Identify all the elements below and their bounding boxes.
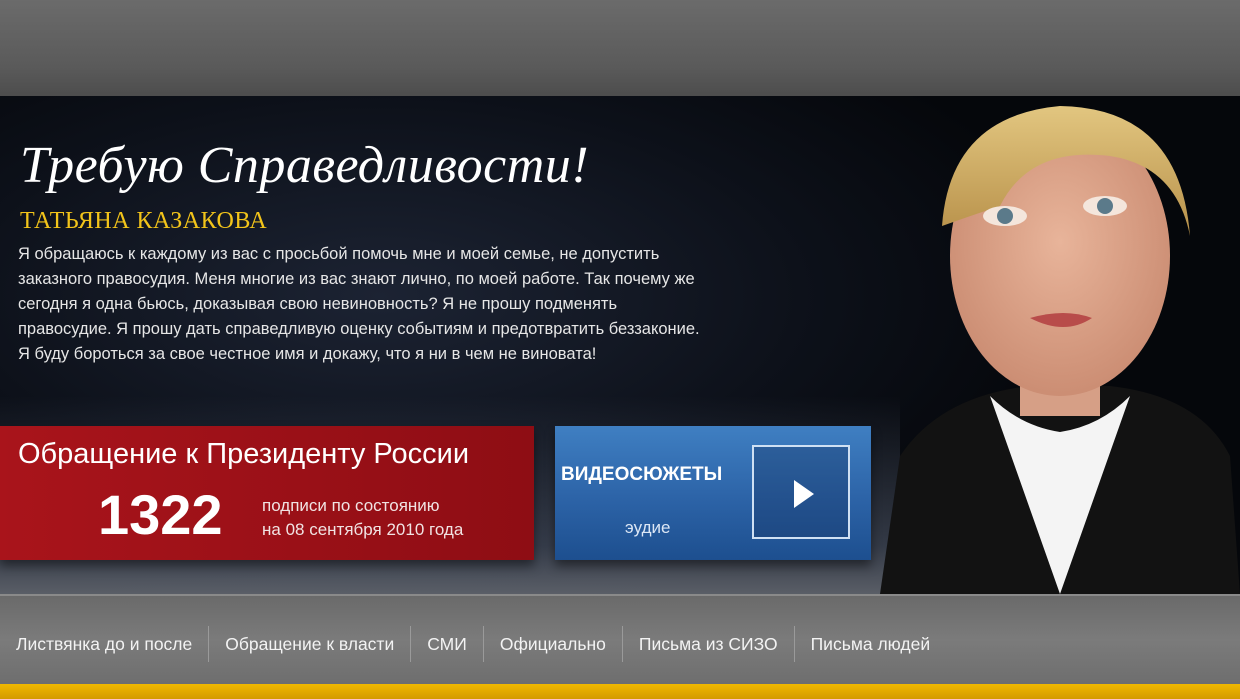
signature-note: подписи по состоянию на 08 сентября 2010… [262,494,463,542]
nav-item-letters-from-prison[interactable]: Письма из СИЗО [623,626,795,662]
nav-item-listvyanka[interactable]: Листвянка до и после [0,626,210,662]
appeal-text: Я обращаюсь к каждому из вас с просьбой … [18,242,918,367]
main-navigation: Листвянка до и после Обращение к власти … [0,594,1240,684]
portrait-image [880,106,1240,594]
video-stories-button[interactable]: ВИДЕОСЮЖЕТЫ эудие [555,426,871,560]
appeal-line: Я обращаюсь к каждому из вас с просьбой … [18,245,660,263]
petition-banner[interactable]: Обращение к Президенту России 1322 подпи… [0,426,534,560]
top-banner-bar [0,0,1240,96]
nav-item-official[interactable]: Официально [484,626,623,662]
hero-banner: Требую Справедливости! ТАТЬЯНА КАЗАКОВА … [0,96,1240,594]
appeal-line: Я буду бороться за свое честное имя и до… [18,345,597,363]
video-stories-caption: эудие [625,518,671,537]
petition-title: Обращение к Президенту России [18,438,470,470]
signature-note-line1: подписи по состоянию [262,496,440,515]
signature-count: 1322 [98,483,223,546]
nav-item-letters-from-people[interactable]: Письма людей [795,626,947,662]
bottom-accent-stripe [0,684,1240,699]
video-stories-label: ВИДЕОСЮЖЕТЫ [561,464,723,485]
appeal-line: заказного правосудия. Меня многие из вас… [18,270,695,288]
appeal-line: сегодня я одна бьюсь, доказывая свою нев… [18,295,618,313]
nav-item-media[interactable]: СМИ [411,626,484,662]
nav-item-appeal-to-authorities[interactable]: Обращение к власти [209,626,412,662]
signature-note-line2: на 08 сентября 2010 года [262,520,464,539]
appeal-line: правосудие. Я прошу дать справедливую оц… [18,320,700,338]
play-button[interactable] [752,445,850,539]
author-name: ТАТЬЯНА КАЗАКОВА [20,208,268,234]
play-icon [794,480,814,508]
page-headline: Требую Справедливости! [20,137,590,194]
